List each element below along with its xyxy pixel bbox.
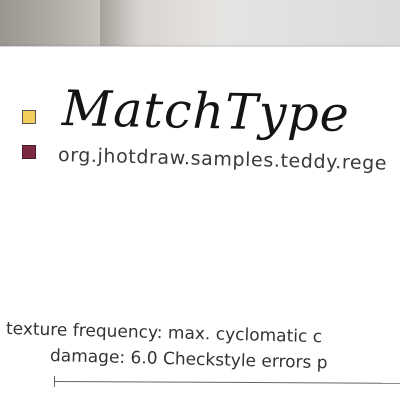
yellow-swatch-icon (22, 110, 36, 124)
photo-stage: MatchType org.jhotdraw.samples.teddy.reg… (0, 0, 400, 400)
background-shadow (100, 0, 140, 46)
class-title: MatchType (61, 80, 351, 144)
background-surface (0, 0, 400, 46)
maroon-swatch-icon (22, 145, 36, 159)
